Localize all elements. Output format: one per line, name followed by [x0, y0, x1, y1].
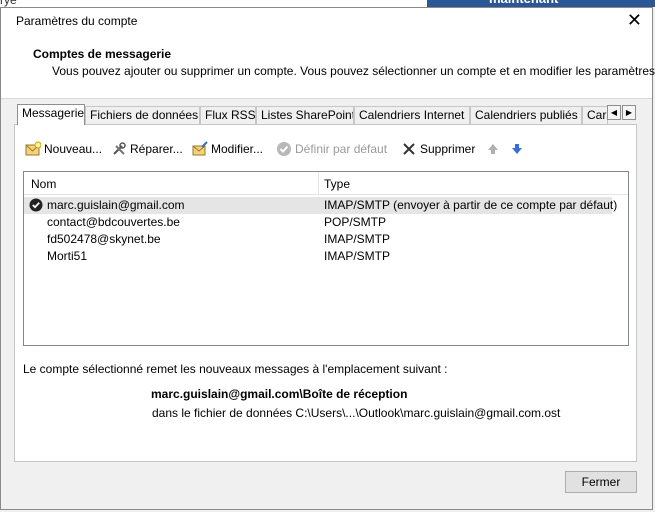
new-mail-icon: [25, 141, 41, 156]
close-icon[interactable]: ✕: [627, 10, 642, 30]
column-header-type[interactable]: Type: [324, 177, 350, 191]
tab-calendriers-publies[interactable]: Calendriers publiés: [470, 106, 582, 124]
account-name: fd502478@skynet.be: [47, 232, 161, 246]
set-default-button[interactable]: Définir par défaut: [276, 139, 387, 159]
header-description: Vous pouvez ajouter ou supprimer un comp…: [52, 64, 655, 78]
tab-calendriers-internet[interactable]: Calendriers Internet: [354, 106, 470, 124]
title-bar: Paramètres du compte ✕: [1, 8, 652, 34]
check-circle-icon: [277, 142, 291, 156]
account-type: POP/SMTP: [324, 215, 387, 229]
background-banner: maintenant: [427, 0, 655, 7]
repair-button[interactable]: Réparer...: [111, 139, 183, 159]
account-row[interactable]: marc.guislain@gmail.com IMAP/SMTP (envoy…: [24, 197, 617, 214]
tab-carnets[interactable]: Carnets: [582, 106, 608, 124]
header-title: Comptes de messagerie: [33, 47, 172, 61]
account-row[interactable]: contact@bdcouvertes.be POP/SMTP: [24, 214, 612, 231]
tab-fichiers-de-donnees[interactable]: Fichiers de données: [85, 106, 200, 124]
arrow-up-icon: [488, 144, 498, 154]
account-type: IMAP/SMTP: [324, 232, 391, 246]
move-down-button[interactable]: [509, 139, 525, 159]
tab-listes-sharepoint[interactable]: Listes SharePoint: [256, 106, 354, 124]
new-button-label: Nouveau...: [44, 142, 103, 156]
dialog-header: Comptes de messagerie Vous pouvez ajoute…: [1, 34, 655, 99]
set-default-button-label: Définir par défaut: [295, 142, 388, 156]
toolbar: Nouveau... Réparer... Modifier... Défini…: [25, 139, 625, 161]
column-header-name[interactable]: Nom: [31, 177, 56, 191]
list-header: Nom Type: [24, 172, 628, 195]
tab-scroll-right-icon[interactable]: ▶: [622, 105, 636, 120]
account-row[interactable]: Morti51 IMAP/SMTP: [24, 248, 612, 265]
close-button[interactable]: Fermer: [565, 471, 637, 493]
delete-button-label: Supprimer: [420, 142, 476, 156]
move-up-button[interactable]: [485, 139, 501, 159]
dialog-title: Paramètres du compte: [16, 14, 138, 28]
tab-flux-rss[interactable]: Flux RSS: [200, 106, 256, 124]
modify-button-label: Modifier...: [211, 142, 264, 156]
arrow-down-icon: [512, 144, 522, 154]
default-account-check-icon: [29, 198, 43, 212]
data-file-path: dans le fichier de données C:\Users\...\…: [152, 406, 561, 420]
account-row[interactable]: fd502478@skynet.be IMAP/SMTP: [24, 231, 612, 248]
messagerie-panel: Nouveau... Réparer... Modifier... Défini…: [14, 124, 637, 462]
modify-button[interactable]: Modifier...: [192, 139, 263, 159]
column-divider: [318, 172, 319, 194]
delivery-folder-path: marc.guislain@gmail.com\Boîte de récepti…: [151, 387, 408, 401]
accounts-list: Nom Type marc.guislain@gmail.com IMAP/SM…: [23, 171, 629, 346]
repair-button-label: Réparer...: [130, 142, 183, 156]
tools-icon: [113, 142, 126, 155]
delivery-location-text: Le compte sélectionné remet les nouveaux…: [23, 362, 448, 376]
account-name: Morti51: [47, 249, 88, 263]
new-button[interactable]: Nouveau...: [25, 139, 102, 159]
account-type: IMAP/SMTP (envoyer à partir de ce compte…: [324, 198, 618, 212]
background-text: rye: [0, 0, 17, 7]
edit-mail-icon: [192, 141, 208, 156]
account-name: marc.guislain@gmail.com: [47, 198, 185, 212]
background-banner-text: maintenant: [489, 0, 558, 6]
account-name: contact@bdcouvertes.be: [47, 215, 180, 229]
account-type: IMAP/SMTP: [324, 249, 391, 263]
delete-button[interactable]: Supprimer: [401, 139, 475, 159]
tab-strip: Messagerie Fichiers de données Flux RSS …: [17, 104, 637, 125]
delete-x-icon: [403, 143, 415, 155]
tab-scroll-left-icon[interactable]: ◀: [607, 105, 621, 120]
tab-messagerie[interactable]: Messagerie: [17, 104, 85, 125]
